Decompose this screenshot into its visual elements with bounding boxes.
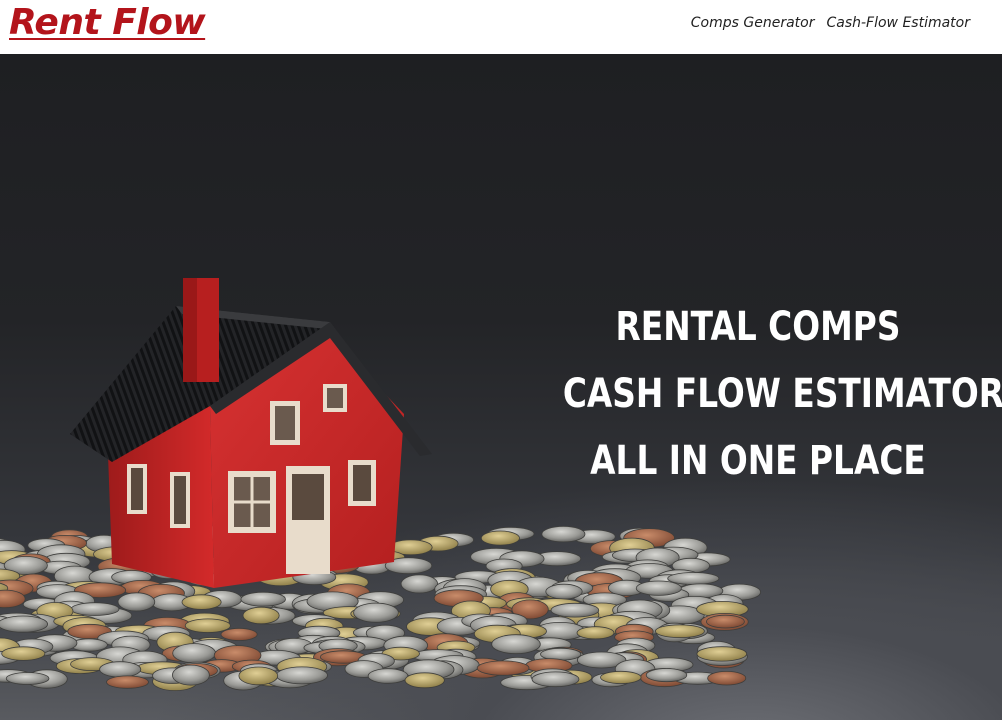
coin [550, 602, 600, 618]
nav-link-comps-generator[interactable]: Comps Generator [691, 15, 815, 31]
coin [0, 615, 48, 633]
coin [400, 574, 439, 594]
hero-line-rental-comps: RENTAL COMPS [615, 304, 901, 350]
coin [238, 666, 279, 686]
coin [242, 606, 280, 625]
hero-headline: RENTAL COMPS CASH FLOW ESTIMATOR ALL IN … [562, 294, 1002, 495]
coin [240, 591, 286, 607]
coin [545, 583, 583, 600]
coin [353, 602, 399, 623]
brand-logo-link[interactable]: Rent Flow [9, 2, 206, 43]
coin [367, 668, 409, 684]
coin [696, 646, 748, 662]
coin [706, 614, 745, 629]
coin [476, 660, 530, 676]
coin [655, 624, 705, 638]
coin [171, 664, 210, 686]
coin [275, 666, 328, 685]
house [70, 278, 432, 588]
coin [220, 627, 258, 641]
coin [106, 675, 149, 689]
coin [117, 592, 156, 612]
coin [541, 525, 586, 543]
coin [491, 634, 541, 655]
coin [70, 602, 120, 616]
coin [172, 643, 216, 664]
hero-line-all-in-one-place: ALL IN ONE PLACE [590, 438, 926, 484]
coin [531, 671, 580, 688]
coin [5, 672, 50, 685]
coin [404, 672, 445, 689]
nav-links: Comps Generator Cash-Flow Estimator [691, 15, 970, 31]
coin [184, 618, 231, 633]
coin [635, 580, 682, 596]
hero-line-cash-flow-estimator: CASH FLOW ESTIMATOR [562, 371, 1002, 417]
coin [1, 646, 46, 661]
coin [707, 671, 747, 686]
coin [181, 594, 222, 610]
nav-link-cash-flow-estimator[interactable]: Cash-Flow Estimator [826, 15, 970, 31]
coin [645, 668, 688, 683]
coin [576, 626, 615, 640]
coin [99, 661, 142, 678]
coin [667, 572, 720, 585]
coin [480, 530, 520, 546]
coin [600, 670, 642, 684]
top-navbar: Rent Flow Comps Generator Cash-Flow Esti… [0, 0, 1002, 54]
hero-banner: RENTAL COMPS CASH FLOW ESTIMATOR ALL IN … [0, 54, 1002, 720]
